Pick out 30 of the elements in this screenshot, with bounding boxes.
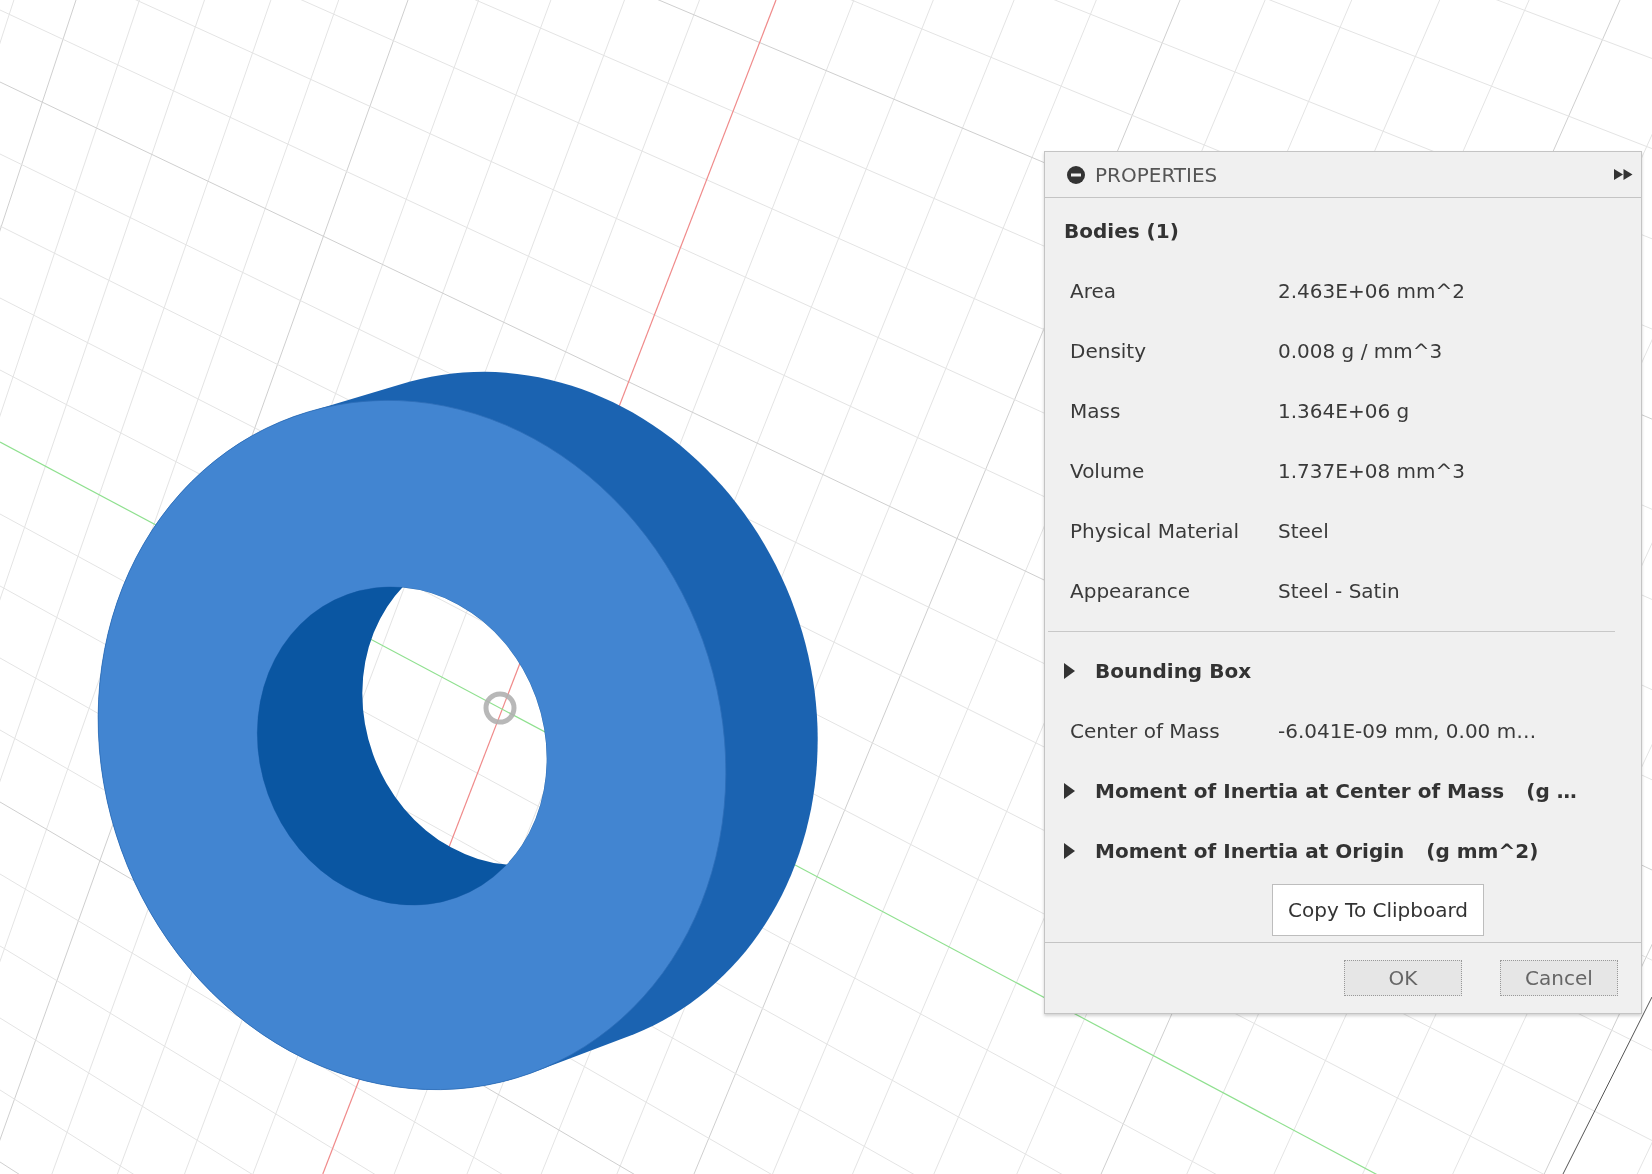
property-value: 2.463E+06 mm^2 xyxy=(1278,278,1465,305)
property-value: -6.041E-09 mm, 0.00 m… xyxy=(1278,718,1537,745)
panel-title: PROPERTIES xyxy=(1095,164,1218,185)
property-value: 0.008 g / mm^3 xyxy=(1278,338,1443,365)
ring-marker-icon xyxy=(483,691,517,725)
caret-icon[interactable] xyxy=(1064,663,1075,679)
property-label: Physical Material xyxy=(1070,518,1239,545)
group-label[interactable]: Moment of Inertia at Origin xyxy=(1095,836,1405,866)
property-value: 1.364E+06 g xyxy=(1278,398,1410,425)
group-label[interactable]: Bounding Box xyxy=(1095,656,1252,686)
fast-forward-icon[interactable] xyxy=(1614,169,1633,180)
ok-button[interactable]: OK xyxy=(1344,960,1462,996)
cancel-button[interactable]: Cancel xyxy=(1500,960,1618,996)
property-label: Volume xyxy=(1070,458,1145,485)
copy-button[interactable]: Copy To Clipboard xyxy=(1272,884,1484,936)
unit-label: (g mm^2) xyxy=(1426,838,1539,865)
property-value: Steel - Satin xyxy=(1278,578,1400,605)
caret-icon[interactable] xyxy=(1064,843,1075,859)
collapse-icon[interactable] xyxy=(1067,165,1085,184)
caret-icon[interactable] xyxy=(1064,783,1075,799)
property-label: Mass xyxy=(1070,398,1121,425)
property-label: Appearance xyxy=(1070,578,1191,605)
section-heading: Bodies (1) xyxy=(1064,218,1179,245)
unit-label: (g … xyxy=(1526,778,1577,805)
property-label: Center of Mass xyxy=(1070,718,1220,745)
group-label[interactable]: Moment of Inertia at Center of Mass xyxy=(1095,776,1505,806)
property-label: Density xyxy=(1070,338,1147,365)
property-value: 1.737E+08 mm^3 xyxy=(1278,458,1465,485)
property-label: Area xyxy=(1070,278,1117,305)
property-value: Steel xyxy=(1278,518,1329,545)
